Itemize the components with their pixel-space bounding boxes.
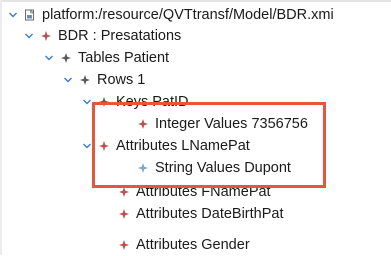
tree-node-rows-1[interactable]: Rows 1 bbox=[61, 69, 145, 91]
chevron-down-icon[interactable] bbox=[42, 47, 56, 69]
tree-node-presentations[interactable]: BDR : Presatations bbox=[22, 25, 181, 47]
model-element-icon bbox=[117, 238, 131, 252]
tree-node-tables-patient[interactable]: Tables Patient bbox=[42, 47, 169, 69]
model-element-icon bbox=[39, 29, 53, 43]
tree-node-keys-patid[interactable]: Keys PatID bbox=[80, 91, 189, 113]
tree-node-label: platform:/resource/QVTtransf/Model/BDR.x… bbox=[42, 7, 334, 23]
model-element-icon bbox=[117, 185, 131, 199]
model-element-icon bbox=[136, 117, 150, 131]
tree-node-label: Attributes FNamePat bbox=[136, 184, 271, 200]
chevron-down-icon[interactable] bbox=[80, 91, 94, 113]
tree-node-label: Attributes LNamePat bbox=[116, 138, 250, 154]
tree-node-string-values[interactable]: String Values Dupont bbox=[136, 157, 291, 179]
model-element-icon bbox=[136, 161, 150, 175]
tree-node-attributes-lnamepat[interactable]: Attributes LNamePat bbox=[80, 135, 250, 157]
tree-node-label: Attributes Gender bbox=[136, 237, 250, 253]
model-tree: platform:/resource/QVTtransf/Model/BDR.x… bbox=[0, 0, 391, 255]
tree-node-integer-values[interactable]: Integer Values 7356756 bbox=[136, 113, 308, 135]
model-element-icon bbox=[117, 207, 131, 221]
chevron-down-icon[interactable] bbox=[61, 69, 75, 91]
model-element-icon bbox=[59, 51, 73, 65]
chevron-down-icon[interactable] bbox=[6, 4, 20, 26]
model-element-icon bbox=[78, 73, 92, 87]
tree-node-label: Integer Values 7356756 bbox=[155, 116, 308, 132]
tree-node-attributes-gender[interactable]: Attributes Gender bbox=[117, 234, 250, 256]
tree-node-root[interactable]: platform:/resource/QVTtransf/Model/BDR.x… bbox=[6, 4, 334, 26]
tree-node-label: BDR : Presatations bbox=[58, 28, 182, 44]
chevron-down-icon[interactable] bbox=[80, 135, 94, 157]
tree-node-label: Attributes DateBirthPat bbox=[136, 206, 284, 222]
chevron-down-icon[interactable] bbox=[22, 25, 36, 47]
tree-node-attributes-datebirthpat[interactable]: Attributes DateBirthPat bbox=[117, 203, 284, 225]
model-element-icon bbox=[97, 95, 111, 109]
tree-node-label: Tables Patient bbox=[78, 50, 170, 66]
tree-node-label: String Values Dupont bbox=[155, 160, 291, 176]
xmi-file-icon bbox=[23, 8, 37, 22]
tree-node-attributes-fnamepat[interactable]: Attributes FNamePat bbox=[117, 181, 271, 203]
tree-node-label: Keys PatID bbox=[116, 94, 189, 110]
model-element-icon bbox=[97, 139, 111, 153]
tree-node-label: Rows 1 bbox=[97, 72, 146, 88]
